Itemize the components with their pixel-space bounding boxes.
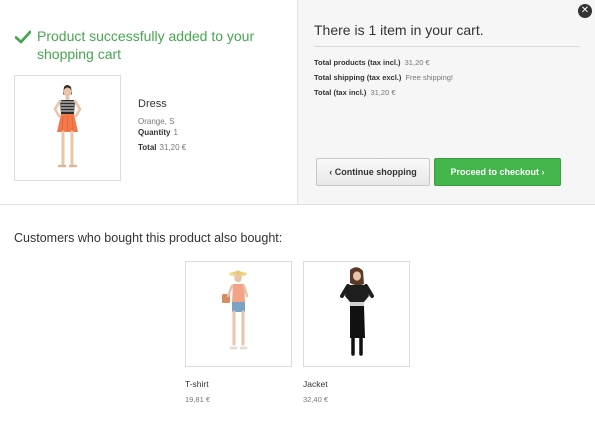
also-item-price: 19,81 € — [185, 395, 211, 404]
tshirt-image[interactable] — [185, 261, 292, 367]
jacket-model-image — [340, 267, 374, 356]
total-products-line: Total products (tax incl.) 31,20 € — [314, 58, 430, 67]
product-total: Total 31,20 € — [138, 143, 186, 152]
divider — [0, 204, 595, 205]
success-message: Product successfully added to your shopp… — [37, 28, 255, 63]
product-name[interactable]: Dress — [138, 98, 167, 110]
proceed-to-checkout-button[interactable]: Proceed to checkout › — [434, 158, 561, 186]
quantity-value: 1 — [173, 128, 178, 137]
close-icon[interactable]: ✕ — [578, 4, 592, 18]
quantity-label: Quantity — [138, 128, 171, 137]
total-products-label: Total products (tax incl.) — [314, 58, 401, 67]
added-product-section: Product successfully added to your shopp… — [0, 0, 297, 205]
list-item[interactable]: Jacket 32,40 € — [303, 261, 410, 404]
continue-shopping-label: Continue shopping — [334, 167, 417, 177]
product-attributes: Orange, S — [138, 117, 175, 126]
product-image[interactable] — [14, 75, 121, 181]
product-quantity: Quantity 1 — [138, 128, 178, 137]
total-shipping-line: Total shipping (tax excl.) Free shipping… — [314, 73, 453, 82]
total-tax-incl-label: Total (tax incl.) — [314, 88, 367, 97]
cart-summary-section: There is 1 item in your cart. Total prod… — [297, 0, 595, 205]
list-item[interactable]: T-shirt 19,81 € — [185, 261, 292, 404]
total-shipping-value: Free shipping! — [405, 73, 453, 82]
total-tax-incl-value: 31,20 € — [370, 88, 396, 97]
also-bought-title: Customers who bought this product also b… — [14, 231, 283, 245]
chevron-left-icon: ‹ — [329, 167, 333, 177]
cart-confirmation-panel: Product successfully added to your shopp… — [0, 0, 595, 205]
divider — [314, 46, 580, 47]
also-item-name[interactable]: Jacket — [303, 379, 410, 389]
check-icon — [15, 30, 31, 44]
proceed-to-checkout-label: Proceed to checkout — [450, 167, 539, 177]
continue-shopping-button[interactable]: ‹ Continue shopping — [316, 158, 430, 186]
total-products-value: 31,20 € — [404, 58, 430, 67]
tshirt-model-image — [222, 270, 249, 350]
also-item-price: 32,40 € — [303, 395, 329, 404]
total-shipping-label: Total shipping (tax excl.) — [314, 73, 402, 82]
total-value: 31,20 € — [159, 143, 187, 152]
total-label: Total — [138, 143, 157, 152]
dress-model-image — [53, 85, 82, 168]
jacket-image[interactable] — [303, 261, 410, 367]
chevron-right-icon: › — [541, 167, 545, 177]
cart-title: There is 1 item in your cart. — [314, 22, 484, 38]
total-tax-incl-line: Total (tax incl.) 31,20 € — [314, 88, 396, 97]
also-item-name[interactable]: T-shirt — [185, 379, 292, 389]
